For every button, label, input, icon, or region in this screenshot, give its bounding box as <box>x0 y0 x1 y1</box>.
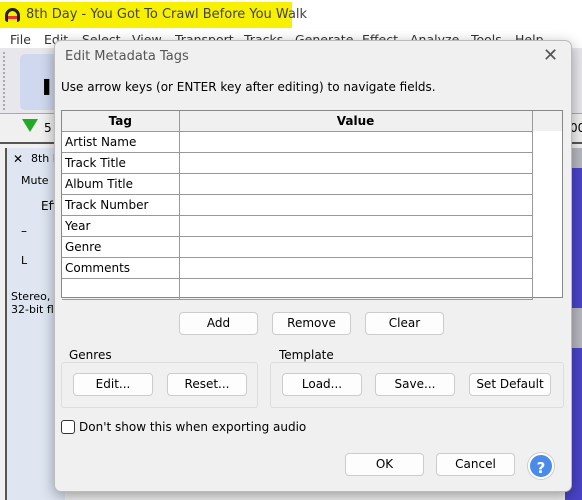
dont-show-checkbox[interactable] <box>61 420 75 434</box>
table-row: Track Title <box>62 152 533 174</box>
genres-reset-button[interactable]: Reset... <box>167 373 247 396</box>
value-cell[interactable] <box>179 257 533 279</box>
toolbar-grip[interactable] <box>3 52 13 110</box>
table-row <box>62 278 533 300</box>
dialog-title: Edit Metadata Tags <box>65 49 189 64</box>
clear-button[interactable]: Clear <box>365 312 444 335</box>
value-cell[interactable] <box>179 215 533 237</box>
column-header-tag[interactable]: Tag <box>62 111 180 132</box>
edit-metadata-dialog: Edit Metadata Tags ✕ Use arrow keys (or … <box>54 40 572 492</box>
toolbar-value: 5 <box>44 121 52 135</box>
value-cell[interactable] <box>179 152 533 174</box>
value-cell[interactable] <box>179 131 533 153</box>
menu-file[interactable]: File <box>10 30 31 49</box>
app-title-bar: 8th Day - You Got To Crawl Before You Wa… <box>0 0 582 30</box>
value-cell[interactable] <box>179 278 533 300</box>
metadata-table: Tag Value Artist Name Track Title Album Ti… <box>61 110 563 300</box>
table-row: Comments <box>62 257 533 279</box>
tag-cell[interactable]: Comments <box>62 257 180 279</box>
genres-label: Genres <box>67 348 114 362</box>
tag-cell[interactable] <box>62 278 180 300</box>
add-button[interactable]: Add <box>179 312 258 335</box>
ok-button[interactable]: OK <box>345 453 424 476</box>
pan-slider[interactable]: L <box>21 254 27 267</box>
tag-cell[interactable]: Track Number <box>62 194 180 216</box>
tag-cell[interactable]: Artist Name <box>62 131 180 153</box>
template-label: Template <box>277 348 336 362</box>
cancel-button[interactable]: Cancel <box>436 453 515 476</box>
headphones-icon <box>5 8 20 22</box>
remove-button[interactable]: Remove <box>272 312 351 335</box>
dont-show-label[interactable]: Don't show this when exporting audio <box>79 420 306 434</box>
mute-button[interactable]: Mute <box>21 174 49 187</box>
track-info-line1: Stereo, <box>11 290 51 303</box>
table-row: Album Title <box>62 173 533 195</box>
template-save-button[interactable]: Save... <box>375 373 455 396</box>
table-row: Genre <box>62 236 533 258</box>
value-cell[interactable] <box>179 236 533 258</box>
set-default-button[interactable]: Set Default <box>469 373 551 396</box>
genres-edit-button[interactable]: Edit... <box>73 373 153 396</box>
play-at-speed-icon[interactable] <box>22 119 38 132</box>
gain-slider[interactable]: – <box>21 224 27 238</box>
help-icon[interactable]: ? <box>528 453 554 479</box>
tag-cell[interactable]: Album Title <box>62 173 180 195</box>
close-icon[interactable]: ✕ <box>543 45 558 66</box>
table-header-filler <box>532 111 562 131</box>
value-cell[interactable] <box>179 173 533 195</box>
table-row: Year <box>62 215 533 237</box>
tag-cell[interactable]: Year <box>62 215 180 237</box>
value-cell[interactable] <box>179 194 533 216</box>
template-load-button[interactable]: Load... <box>282 373 362 396</box>
instructions: Use arrow keys (or ENTER key after editi… <box>61 80 436 94</box>
table-row: Track Number <box>62 194 533 216</box>
track-close-button[interactable]: ✕ <box>13 152 23 166</box>
app-title: 8th Day - You Got To Crawl Before You Wa… <box>26 7 308 22</box>
table-row: Artist Name <box>62 131 533 153</box>
tag-cell[interactable]: Track Title <box>62 152 180 174</box>
tag-cell[interactable]: Genre <box>62 236 180 258</box>
column-header-value[interactable]: Value <box>179 111 533 132</box>
